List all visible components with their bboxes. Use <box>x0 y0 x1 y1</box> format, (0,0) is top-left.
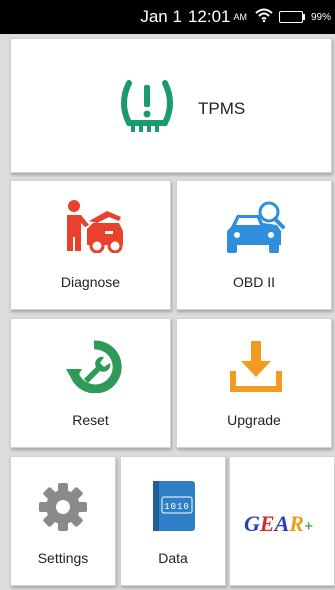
status-time: 12:01 <box>187 7 231 26</box>
svg-text:GEAR+: GEAR+ <box>244 511 313 536</box>
settings-label: Settings <box>37 550 89 566</box>
gear-plus-logo: GEAR+ <box>244 509 324 544</box>
data-tile[interactable]: 1010 Data <box>120 456 226 586</box>
reset-label: Reset <box>72 412 109 428</box>
gear-icon <box>37 481 89 538</box>
data-file-text: 1010 <box>164 502 190 512</box>
diagnose-label: Diagnose <box>60 274 121 290</box>
data-label: Data <box>158 550 188 566</box>
battery-icon <box>278 11 305 23</box>
settings-tile[interactable]: Settings <box>10 456 116 586</box>
obd-label: OBD II <box>232 274 275 290</box>
upgrade-label: Upgrade <box>227 412 281 428</box>
tpms-label: TPMS <box>198 99 246 118</box>
tpms-tile[interactable]: TPMS <box>10 38 332 173</box>
data-file-icon: 1010 <box>149 479 199 538</box>
gear-plus-tile[interactable]: GEAR+ <box>229 456 335 586</box>
tire-pressure-warning-icon <box>117 77 177 140</box>
wrench-reset-icon <box>66 339 122 398</box>
battery-percent: 99% <box>310 11 331 23</box>
status-date: Jan 1 <box>140 7 182 26</box>
upgrade-tile[interactable]: Upgrade <box>176 318 332 448</box>
status-bar: Jan 1 12:01 AM 99% <box>0 0 335 34</box>
obd-tile[interactable]: OBD II <box>176 180 332 310</box>
reset-tile[interactable]: Reset <box>10 318 171 448</box>
car-search-icon <box>223 199 287 260</box>
download-icon <box>229 339 283 400</box>
wifi-icon <box>255 7 273 27</box>
diagnose-tile[interactable]: Diagnose <box>10 180 171 310</box>
mechanic-car-icon <box>63 199 125 258</box>
status-ampm: AM <box>233 12 247 22</box>
